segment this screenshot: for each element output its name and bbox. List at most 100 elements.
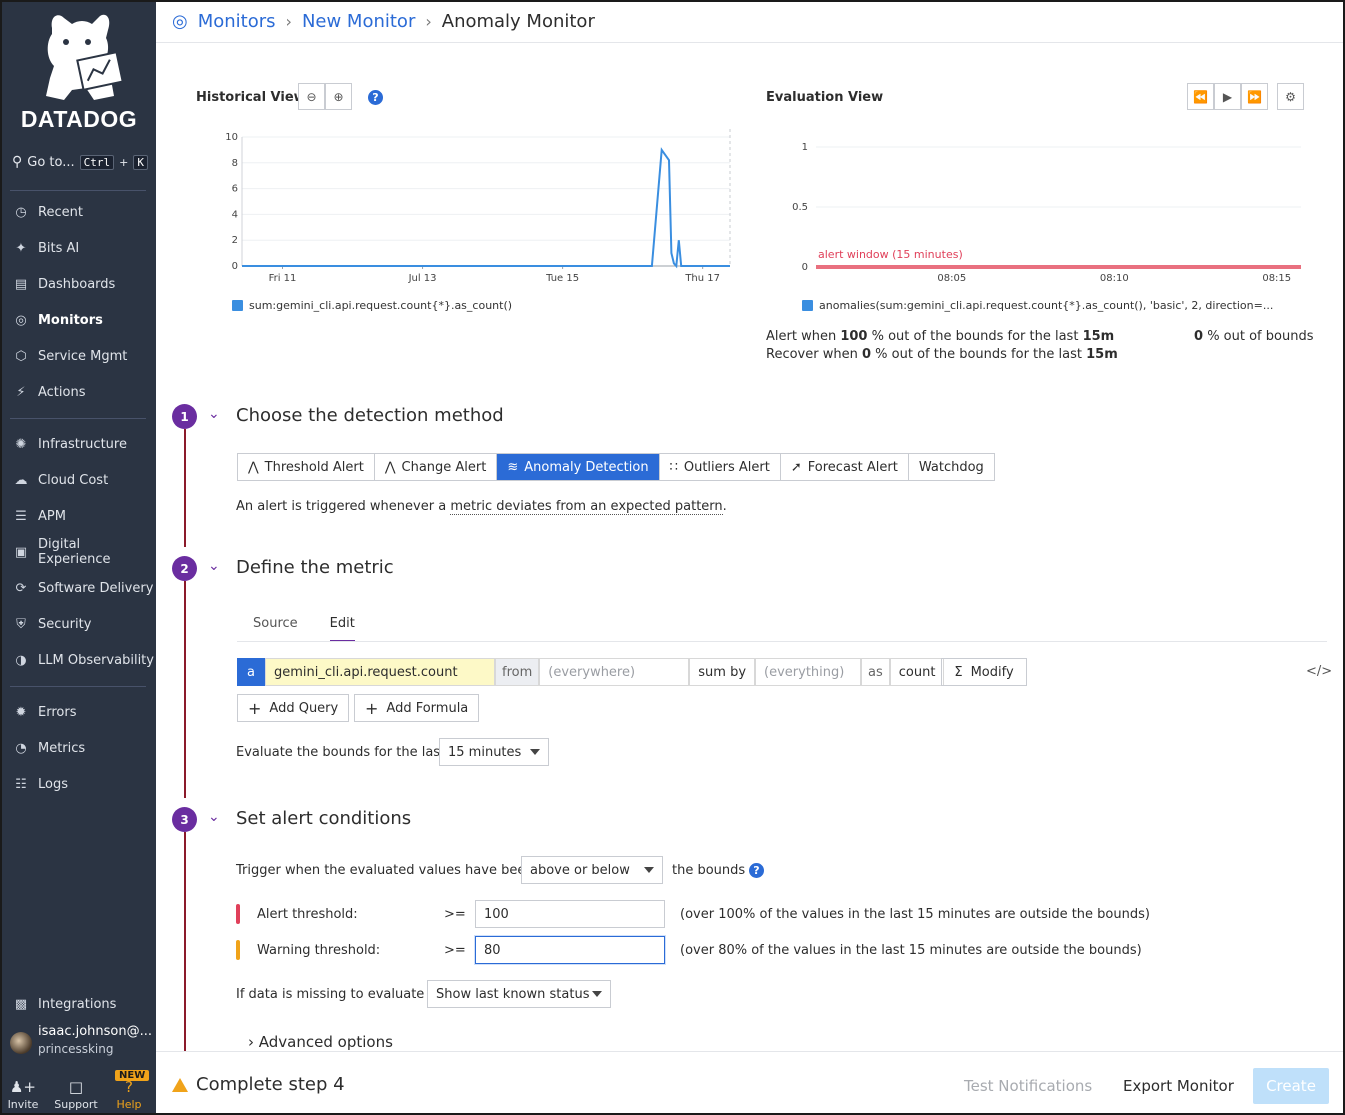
sidebar-item-label: Monitors [38, 312, 103, 328]
sidebar-item-recent[interactable]: ◷ Recent [12, 201, 156, 223]
sidebar-item-cloud-cost[interactable]: ☁ Cloud Cost [12, 469, 156, 491]
add-formula-label: Add Formula [386, 700, 469, 716]
method-watchdog[interactable]: Watchdog [908, 454, 994, 480]
breadcrumb-new-monitor[interactable]: New Monitor [302, 11, 415, 32]
sidebar-item-digital-experience[interactable]: ▣ Digital Experience [12, 537, 156, 567]
zoom-in-button[interactable]: ⊕ [325, 83, 352, 110]
method-forecast-alert[interactable]: ➚ Forecast Alert [780, 454, 909, 480]
sidebar-item-label: Digital Experience [38, 537, 111, 567]
sidebar-item-label: Errors [38, 704, 77, 720]
sidebar-item-integrations[interactable]: ▩ Integrations [12, 993, 156, 1015]
help-icon[interactable]: ? [749, 863, 764, 878]
breadcrumb-current: Anomaly Monitor [441, 10, 595, 32]
zoom-out-button[interactable]: ⊖ [298, 83, 325, 110]
method-anomaly-detection[interactable]: ≋ Anomaly Detection [497, 454, 660, 480]
rewind-button[interactable]: ⏪ [1187, 83, 1214, 110]
missing-data-select[interactable]: Show last known status [427, 980, 611, 1008]
from-input[interactable]: (everywhere) [539, 658, 690, 686]
query-label: a [237, 658, 265, 686]
y-tick-label: 8 [232, 158, 238, 169]
sum-by-input[interactable]: (everything) [755, 658, 862, 686]
sidebar-item-bits-ai[interactable]: ✦ Bits AI [12, 237, 156, 259]
chevron-right-icon: › [248, 1033, 254, 1051]
sidebar-item-label: Recent [38, 204, 83, 220]
invite-button[interactable]: ♟+ Invite [0, 1078, 48, 1111]
add-query-button[interactable]: + Add Query [237, 694, 350, 722]
tab-source[interactable]: Source [253, 612, 298, 642]
datadog-dog-icon [46, 14, 124, 101]
play-button[interactable]: ▶ [1214, 83, 1241, 110]
metric-input[interactable]: gemini_cli.api.request.count [265, 658, 495, 686]
chevron-right-icon: › [285, 11, 292, 31]
evaluate-window-value: 15 minutes [448, 744, 522, 760]
method-label: Outliers Alert [683, 459, 770, 475]
sidebar-item-logs[interactable]: ☷ Logs [12, 773, 156, 795]
recover-when-prefix: Recover when [766, 347, 858, 362]
help-icon[interactable]: ? [368, 90, 383, 105]
plus-icon: + [248, 698, 262, 718]
as-select[interactable]: count [889, 658, 945, 686]
play-icon: ▶ [1222, 89, 1233, 104]
avatar [10, 1032, 32, 1054]
method-outliers-alert[interactable]: ∷ Outliers Alert [659, 454, 781, 480]
trigger-direction-select[interactable]: above or below [521, 856, 663, 884]
description-link[interactable]: metric deviates from an expected pattern [450, 499, 723, 515]
user-menu[interactable]: isaac.johnson@... princessking [10, 1024, 154, 1060]
modify-button[interactable]: Σ Modify [941, 658, 1027, 686]
llm-icon: ◑ [15, 652, 27, 668]
chevron-down-icon[interactable]: ⌄ [208, 558, 220, 574]
out-of-bounds-pct: 0 [1194, 329, 1204, 344]
evaluate-window-select[interactable]: 15 minutes [439, 738, 549, 766]
goto-search[interactable]: ⚲ Go to... Ctrl + K [12, 152, 152, 172]
sidebar-item-security[interactable]: ⛨ Security [12, 613, 156, 635]
create-button[interactable]: Create [1253, 1068, 1329, 1104]
chevron-down-icon[interactable]: ⌄ [208, 809, 220, 825]
help-button[interactable]: ? Help [104, 1078, 154, 1111]
code-icon[interactable]: </> [1306, 664, 1332, 679]
advanced-options-toggle[interactable]: › Advanced options [248, 1033, 393, 1051]
search-icon: ⚲ [12, 154, 23, 170]
sidebar-item-apm[interactable]: ☰ APM [12, 505, 156, 527]
alert-window-band [816, 265, 1301, 269]
sidebar-item-metrics[interactable]: ◔ Metrics [12, 737, 156, 759]
footer-divider [156, 1051, 1343, 1052]
fast-forward-button[interactable]: ⏩ [1241, 83, 1268, 110]
sidebar-item-errors[interactable]: ✹ Errors [12, 701, 156, 723]
sidebar-item-llm-observability[interactable]: ◑ LLM Observability [12, 649, 156, 671]
sidebar-item-dashboards[interactable]: ▤ Dashboards [12, 273, 156, 295]
alert-threshold-input[interactable]: 100 [475, 900, 665, 928]
evaluation-chart[interactable]: 0 0.5 1 alert window (15 minutes) 08:05 08:10… [766, 135, 1311, 285]
historical-chart[interactable]: 0 2 4 6 8 10 Fri 11 Jul 13 Tue 15 Thu 17 [196, 125, 736, 285]
sidebar-item-service-mgmt[interactable]: ⬡ Service Mgmt [12, 345, 156, 367]
sidebar-item-label: Software Delivery [38, 580, 154, 596]
sidebar-item-label: Cloud Cost [38, 472, 109, 488]
warning-threshold-input[interactable]: 80 [475, 936, 665, 964]
chevron-right-icon: › [425, 11, 432, 31]
add-formula-button[interactable]: + Add Formula [354, 694, 480, 722]
support-button[interactable]: □ Support [51, 1078, 101, 1111]
method-label: Threshold Alert [264, 459, 364, 475]
trigger-suffix: the bounds [672, 863, 746, 878]
infra-icon: ✺ [15, 436, 27, 452]
method-change-alert[interactable]: ⋀ Change Alert [374, 454, 498, 480]
help-icon: ? [125, 1078, 133, 1096]
detection-method-selector: ⋀ Threshold Alert ⋀ Change Alert ≋ Anomaly … [237, 453, 995, 481]
export-monitor-button[interactable]: Export Monitor [1123, 1077, 1234, 1095]
datadog-logo[interactable]: DATADOG [2, 8, 156, 133]
sidebar-item-monitors[interactable]: ◎ Monitors [12, 309, 156, 331]
tab-edit[interactable]: Edit [329, 612, 355, 642]
sidebar-item-label: Infrastructure [38, 436, 127, 452]
sidebar-item-actions[interactable]: ⚡ Actions [12, 381, 156, 403]
test-notifications-button[interactable]: Test Notifications [964, 1077, 1092, 1095]
method-threshold-alert[interactable]: ⋀ Threshold Alert [238, 454, 375, 480]
sidebar-item-software-delivery[interactable]: ⟳ Software Delivery [12, 577, 156, 599]
user-name: isaac.johnson@... [38, 1024, 153, 1039]
invite-label: Invite [7, 1098, 39, 1111]
sidebar-item-infrastructure[interactable]: ✺ Infrastructure [12, 433, 156, 455]
settings-button[interactable]: ⚙ [1277, 83, 1304, 110]
breadcrumb-monitors[interactable]: Monitors [198, 11, 276, 32]
footer-status: Complete step 4 [172, 1074, 345, 1095]
x-tick-label: 08:10 [1100, 273, 1129, 284]
out-of-bounds-label: % out of bounds [1207, 329, 1314, 344]
chevron-down-icon[interactable]: ⌄ [208, 406, 220, 422]
